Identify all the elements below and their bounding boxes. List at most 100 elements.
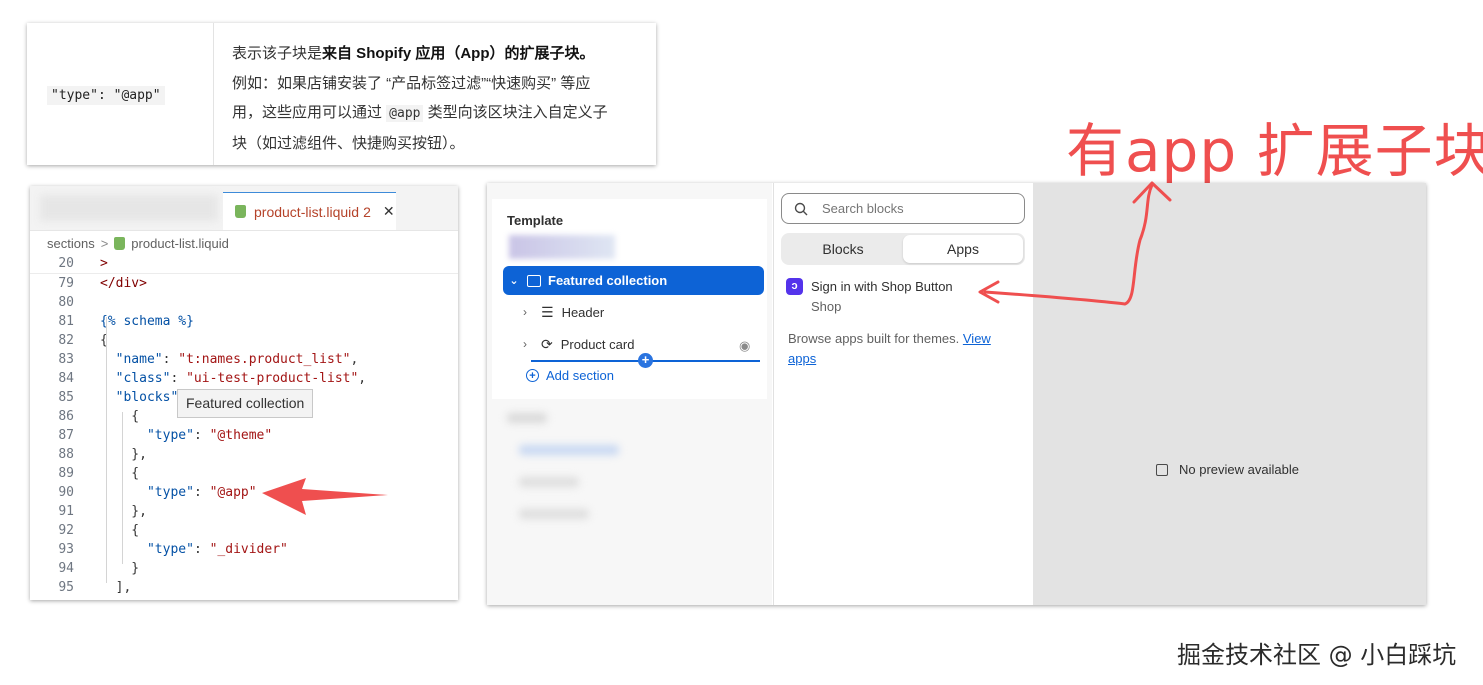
indent-guide xyxy=(106,317,107,583)
watermark: 掘金技术社区 @ 小白踩坑 xyxy=(1177,641,1457,669)
app-inline-code: @app xyxy=(386,105,424,122)
block-product-card[interactable]: › ⟳ Product card xyxy=(523,332,634,356)
type-app-code: "type": "@app" xyxy=(47,86,165,105)
line-number: 84 xyxy=(58,371,74,386)
code-text: "name": "t:names.product_list", xyxy=(115,352,359,367)
code-line[interactable]: 94 } xyxy=(30,559,458,578)
blurred-sections xyxy=(507,413,627,533)
no-preview-message: No preview available xyxy=(1156,462,1299,477)
code-line[interactable]: 20 > xyxy=(30,254,458,274)
close-icon[interactable]: ✕ xyxy=(383,203,395,220)
code-text: "class": "ui-test-product-list", xyxy=(115,371,367,386)
search-input[interactable] xyxy=(820,200,994,217)
add-section-button[interactable]: + Add section xyxy=(526,368,614,383)
code-text: ], xyxy=(100,580,132,595)
preview-pane: No preview available xyxy=(1033,183,1426,605)
blurred-template-item xyxy=(509,235,615,259)
desc-bold: 来自 Shopify 应用（App）的扩展子块 xyxy=(322,45,580,62)
code-line[interactable]: 83 "name": "t:names.product_list", xyxy=(30,350,458,369)
code-editor: product-list.liquid 2 ✕ sections > produ… xyxy=(30,186,458,600)
line-number: 91 xyxy=(58,504,74,519)
text-lines-icon: ☰ xyxy=(541,303,554,320)
code-text: "type": "@app" xyxy=(146,485,257,500)
line-number: 82 xyxy=(58,333,74,348)
line-number: 94 xyxy=(58,561,74,576)
shopify-editor: Template ⌄ Featured collection › ☰ Heade… xyxy=(487,183,1426,605)
indent-guide xyxy=(122,412,123,564)
code-text: </div> xyxy=(100,276,147,291)
tab-blocks[interactable]: Blocks xyxy=(783,235,903,263)
doc-table: "type": "@app" 表示该子块是来自 Shopify 应用（App）的… xyxy=(27,23,656,165)
chevron-right-icon: > xyxy=(100,235,109,251)
code-area[interactable]: Featured collection 20 >79 </div> 80 81 {% sc… xyxy=(30,254,458,597)
code-line[interactable]: 82{ xyxy=(30,331,458,350)
editor-tabbar: product-list.liquid 2 ✕ xyxy=(30,186,458,231)
line-number: 88 xyxy=(58,447,74,462)
line-number: 86 xyxy=(58,409,74,424)
block-header[interactable]: › ☰ Header xyxy=(523,300,604,324)
block-type-tabs: Blocks Apps xyxy=(781,233,1025,265)
blurred-tab[interactable] xyxy=(40,195,218,221)
code-line[interactable]: 79 </div> xyxy=(30,274,458,293)
problem-count: 2 xyxy=(363,203,371,220)
eye-icon[interactable]: ◉ xyxy=(739,338,750,354)
code-line[interactable]: 81 {% schema %} xyxy=(30,312,458,331)
line-number: 83 xyxy=(58,352,74,367)
line-number: 20 xyxy=(58,256,74,271)
tab-apps[interactable]: Apps xyxy=(903,235,1023,263)
code-line[interactable]: 92 { xyxy=(30,521,458,540)
code-text: }, xyxy=(100,504,147,519)
search-blocks-field[interactable] xyxy=(781,193,1025,224)
template-title: Template xyxy=(507,213,564,228)
insert-plus-icon[interactable]: + xyxy=(638,353,653,368)
code-line[interactable]: 88 }, xyxy=(30,445,458,464)
chevron-right-icon[interactable]: › xyxy=(523,305,537,319)
code-line[interactable]: 87 "type": "@theme" xyxy=(30,426,458,445)
shop-app-icon: ↄ xyxy=(786,278,803,295)
sections-sidebar: Template ⌄ Featured collection › ☰ Heade… xyxy=(487,183,772,605)
layout-icon xyxy=(1156,463,1168,476)
shopify-file-icon xyxy=(235,205,246,218)
desc-line-4: 块（如过滤组件、快捷购买按钮）。 xyxy=(232,134,465,152)
code-text: "type": "_divider" xyxy=(146,542,288,557)
line-number: 93 xyxy=(58,542,74,557)
chevron-down-icon[interactable]: ⌄ xyxy=(505,274,523,287)
line-number: 81 xyxy=(58,314,74,329)
breadcrumb-file[interactable]: product-list.liquid xyxy=(131,236,229,251)
code-text: {% schema %} xyxy=(100,314,194,329)
line-number: 85 xyxy=(58,390,74,405)
code-line[interactable]: 95 ], xyxy=(30,578,458,597)
code-line[interactable]: 90 "type": "@app" xyxy=(30,483,458,502)
section-icon xyxy=(527,274,541,287)
desc-line-3: 用，这些应用可以通过 @app 类型向该区块注入自定义子 xyxy=(232,104,608,122)
line-number: 89 xyxy=(58,466,74,481)
code-text: > xyxy=(100,256,108,271)
desc-line-2: 例如：如果店铺安装了 “产品标签过滤”“快速购买” 等应 xyxy=(232,74,591,92)
line-number: 95 xyxy=(58,580,74,595)
desc-line-1: 表示该子块是来自 Shopify 应用（App）的扩展子块。 xyxy=(232,45,595,62)
breadcrumb: sections > product-list.liquid xyxy=(30,232,458,254)
app-block-name: Sign in with Shop Button xyxy=(811,279,953,294)
code-text: }, xyxy=(100,447,147,462)
plus-circle-icon: + xyxy=(526,369,539,382)
app-vendor: Shop xyxy=(811,299,842,314)
breadcrumb-folder[interactable]: sections xyxy=(47,236,95,251)
doc-table-key-cell: "type": "@app" xyxy=(27,23,214,165)
code-line[interactable]: 84 "class": "ui-test-product-list", xyxy=(30,369,458,388)
line-number: 80 xyxy=(58,295,74,310)
browse-apps-text: Browse apps built for themes. View apps xyxy=(788,331,991,366)
chevron-right-icon[interactable]: › xyxy=(523,337,537,351)
search-icon xyxy=(794,202,808,215)
section-featured-collection[interactable]: ⌄ Featured collection xyxy=(503,266,764,295)
line-number: 90 xyxy=(58,485,74,500)
tab-product-list[interactable]: product-list.liquid 2 ✕ xyxy=(223,192,396,230)
annotation-label: 有app 扩展子块 xyxy=(1066,117,1483,185)
code-line[interactable]: 80 xyxy=(30,293,458,312)
app-block-item[interactable]: ↄ Sign in with Shop Button Shop xyxy=(786,277,953,317)
code-line[interactable]: 93 "type": "_divider" xyxy=(30,540,458,559)
line-number: 87 xyxy=(58,428,74,443)
add-block-panel: Blocks Apps ↄ Sign in with Shop Button S… xyxy=(773,183,1033,605)
code-line[interactable]: 89 { xyxy=(30,464,458,483)
doc-table-desc-cell: 表示该子块是来自 Shopify 应用（App）的扩展子块。 例如：如果店铺安装… xyxy=(214,23,656,165)
code-line[interactable]: 91 }, xyxy=(30,502,458,521)
